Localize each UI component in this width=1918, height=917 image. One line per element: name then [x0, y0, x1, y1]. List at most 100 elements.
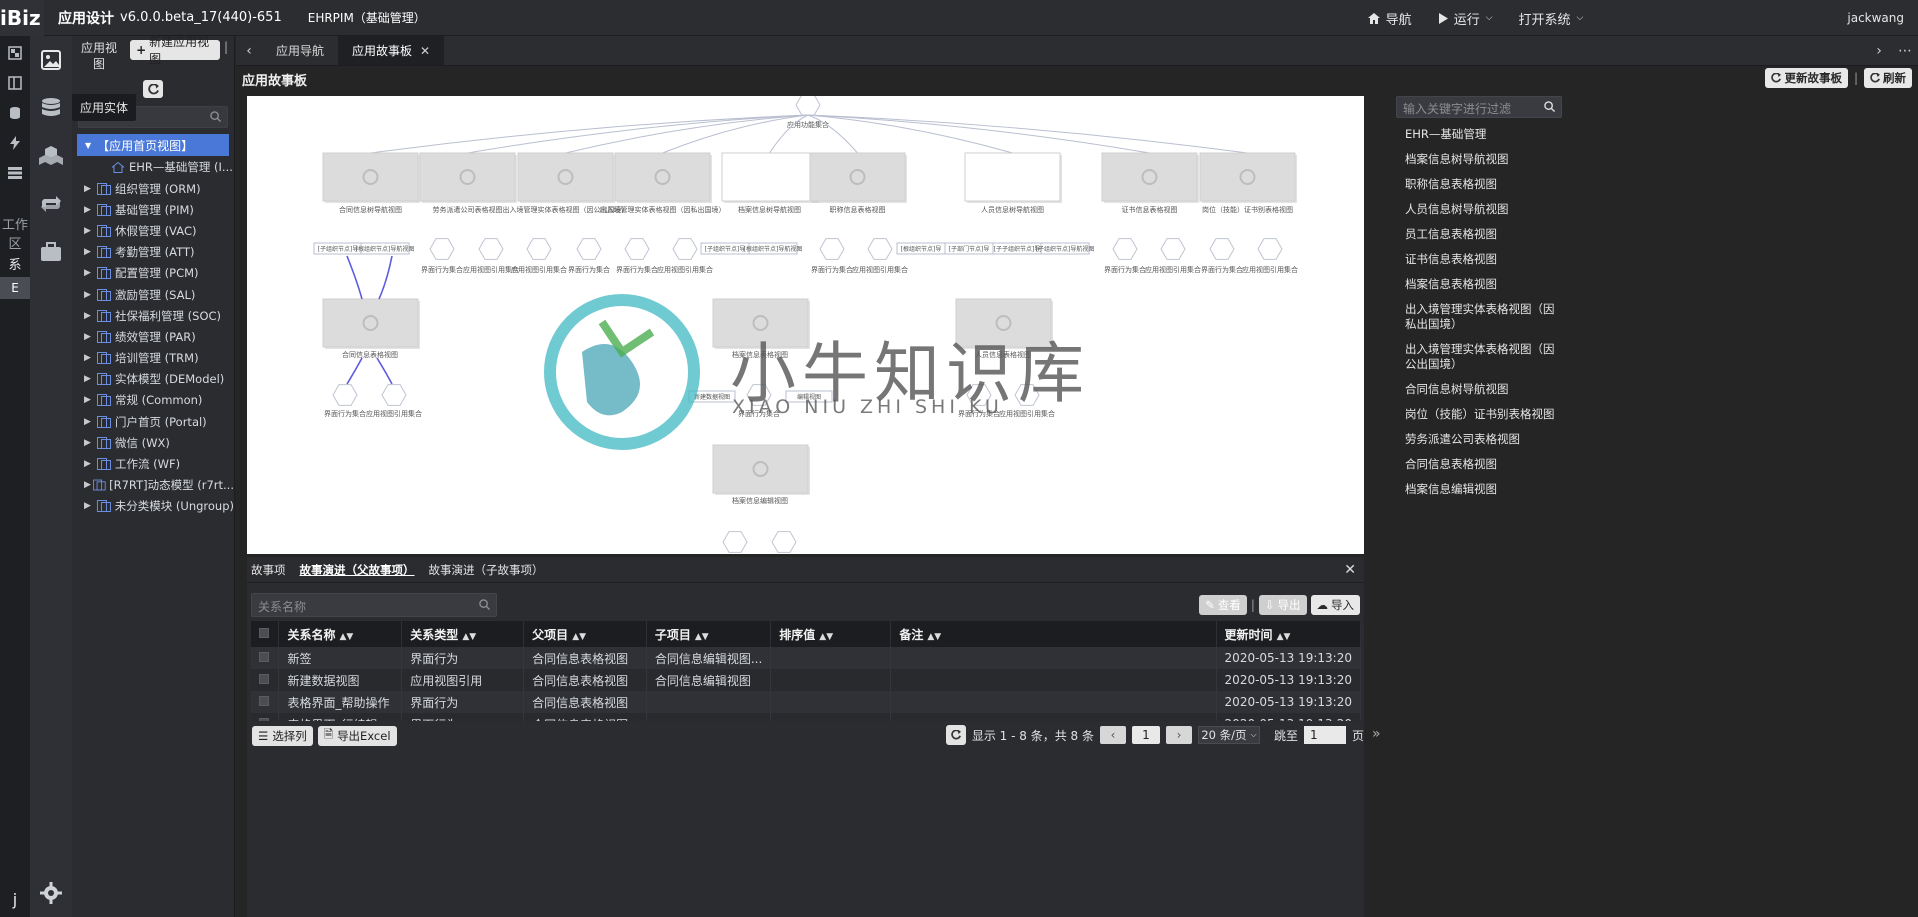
col-child[interactable]: 子项目 ▲▼ — [646, 621, 772, 647]
filter-list-item[interactable]: 出入境管理实体表格视图（因公出国境） — [1396, 337, 1566, 377]
cubes-icon[interactable] — [30, 132, 72, 180]
tab-story-child[interactable]: 故事演进（子故事项） — [429, 562, 544, 578]
tab-storyboard[interactable]: 应用故事板 ✕ — [338, 36, 445, 65]
filter-list-item[interactable]: 出入境管理实体表格视图（因私出国境） — [1396, 297, 1566, 337]
page-size-select[interactable]: 20 条/页 ⌵ — [1197, 726, 1260, 744]
image-view-icon[interactable] — [30, 36, 72, 84]
filter-list-item[interactable]: 员工信息表格视图 — [1396, 222, 1566, 247]
export-button[interactable]: ⇩ 导出 — [1258, 595, 1307, 615]
tree-module-item[interactable]: ▶ 社保福利管理 (SOC) — [72, 305, 234, 326]
col-remark[interactable]: 备注 ▲▼ — [890, 621, 1217, 647]
lower-card-label: 合同信息表格视图 — [342, 350, 398, 359]
tree-module-item[interactable]: ▶ 考勤管理 (ATT) — [72, 242, 234, 263]
filter-list-item[interactable]: 档案信息编辑视图 — [1396, 477, 1566, 502]
filter-list-item[interactable]: 合同信息树导航视图 — [1396, 377, 1566, 402]
filter-list-item[interactable]: 劳务派遣公司表格视图 — [1396, 427, 1566, 452]
caret-right-icon: ▶ — [84, 353, 91, 364]
export-excel-button[interactable]: 🗎 导出Excel — [317, 726, 397, 746]
filter-list-item[interactable]: 岗位（技能）证书别表格视图 — [1396, 402, 1566, 427]
view-button[interactable]: ✎ 查看 — [1199, 595, 1247, 615]
tree-module-item[interactable]: ▶ 激励管理 (SAL) — [72, 284, 234, 305]
filter-list-item[interactable]: 证书信息表格视图 — [1396, 247, 1566, 272]
tree-module-item[interactable]: ▶ 培训管理 (TRM) — [72, 348, 234, 369]
user-name[interactable]: jackwang — [1847, 11, 1904, 25]
open-system-menu[interactable]: 打开系统 ⌵ — [1519, 9, 1584, 28]
database-icon[interactable] — [30, 84, 72, 132]
caret-right-icon: ▶ — [84, 310, 91, 321]
tree-module-item[interactable]: ▶ 微信 (WX) — [72, 432, 234, 453]
import-button[interactable]: ☁ 导入 — [1310, 595, 1360, 615]
tab-story-parent[interactable]: 故事演进（父故事项） — [300, 562, 415, 578]
prev-page-button[interactable]: ‹ — [1099, 726, 1126, 744]
more-icon[interactable]: ⋯ — [1892, 43, 1918, 59]
close-icon[interactable]: ✕ — [1344, 562, 1356, 578]
tab-app-nav[interactable]: 应用导航 — [262, 36, 338, 65]
tree-root-item[interactable]: ▼ 【应用首页视图】 — [77, 134, 229, 156]
filter-list-item[interactable]: 合同信息表格视图 — [1396, 452, 1566, 477]
tab-scroll-right-icon[interactable]: › — [1866, 43, 1892, 59]
tree-module-item[interactable]: ▶ 工作流 (WF) — [72, 453, 234, 474]
retweet-icon[interactable] — [30, 180, 72, 228]
storyboard-diagram[interactable]: 应用功能集合合同信息树导航视图 劳务派遣公司表格视图 出入境管理实体表格视图（因公出… — [247, 96, 1364, 554]
filter-list-item[interactable]: 档案信息表格视图 — [1396, 272, 1566, 297]
row-checkbox[interactable] — [251, 647, 280, 669]
row-checkbox[interactable] — [251, 669, 280, 691]
dashboard-icon[interactable] — [0, 38, 30, 68]
list-icon[interactable] — [0, 158, 30, 188]
tree-module-item[interactable]: ▶ 门户首页 (Portal) — [72, 411, 234, 432]
gear-icon[interactable] — [30, 869, 72, 917]
col-type[interactable]: 关系类型 ▲▼ — [401, 621, 525, 647]
expand-right-icon[interactable]: » — [1372, 726, 1381, 742]
tree-module-item[interactable]: ▶ 绩效管理 (PAR) — [72, 326, 234, 347]
storyboard-canvas[interactable]: 应用功能集合 合同信息树导航视图 劳务派遣公司表格视图 出入境管理实体表格视图（因公出… — [247, 96, 1364, 554]
update-storyboard-button[interactable]: 更新故事板 — [1765, 68, 1848, 88]
tree-module-item[interactable]: ▶ 休假管理 (VAC) — [72, 220, 234, 241]
briefcase-icon[interactable] — [30, 228, 72, 276]
database-icon[interactable] — [0, 98, 30, 128]
table-row[interactable]: 表格界面_帮助操作 界面行为 合同信息表格视图 2020-05-13 19:13:20 — [251, 691, 1362, 713]
col-parent[interactable]: 父项目 ▲▼ — [523, 621, 647, 647]
tab-scroll-left-icon[interactable]: ‹ — [236, 36, 262, 65]
close-icon[interactable]: ✕ — [420, 44, 430, 58]
col-updated[interactable]: 更新时间 ▲▼ — [1216, 621, 1362, 647]
tree-module-item[interactable]: ▶ 实体模型 (DEModel) — [72, 369, 234, 390]
col-order[interactable]: 排序值 ▲▼ — [770, 621, 892, 647]
hex-node — [429, 238, 455, 260]
filter-list-item[interactable]: 档案信息树导航视图 — [1396, 147, 1566, 172]
tree-sub-item[interactable]: EHR—基础管理 (I... — [72, 156, 234, 178]
tree-module-item[interactable]: ▶ 未分类模块 (Ungroup) — [72, 496, 234, 517]
next-page-button[interactable]: › — [1165, 726, 1192, 744]
relation-search-input[interactable]: 关系名称 — [251, 593, 497, 617]
new-view-button[interactable]: + 新建应用视图 — [130, 35, 220, 66]
hex-label: 界面行为集合 — [568, 265, 610, 274]
filter-input[interactable]: 输入关键字进行过滤 — [1396, 96, 1562, 118]
col-name[interactable]: 关系名称 ▲▼ — [278, 621, 403, 647]
filter-list-item[interactable]: 职称信息表格视图 — [1396, 172, 1566, 197]
tab-story-items[interactable]: 故事项 — [251, 562, 286, 578]
refresh-button[interactable]: 刷新 — [1864, 68, 1912, 88]
mid-tag-label: [根组织节点]导 — [901, 245, 942, 253]
table-row[interactable]: 新建数据视图 应用视图引用 合同信息表格视图 合同信息编辑视图 2020-05-13 1… — [251, 669, 1362, 691]
current-page[interactable]: 1 — [1131, 726, 1160, 744]
table-row[interactable]: 新签 界面行为 合同信息表格视图 合同信息编辑视图... 2020-05-13 19:1… — [251, 647, 1362, 669]
filter-list-item[interactable]: EHR—基础管理 — [1396, 122, 1566, 147]
view-card — [517, 152, 614, 202]
tree-module-item[interactable]: ▶ 配置管理 (PCM) — [72, 263, 234, 284]
layout-icon[interactable] — [0, 68, 30, 98]
tree-module-label: 工作流 (WF) — [115, 457, 181, 472]
tree-module-item[interactable]: ▶ 基础管理 (PIM) — [72, 199, 234, 220]
run-menu[interactable]: 运行 ⌵ — [1438, 9, 1493, 28]
nav-menu[interactable]: 导航 — [1367, 9, 1412, 28]
jump-page-input[interactable]: 1 — [1303, 726, 1346, 744]
filter-list-item[interactable]: 人员信息树导航视图 — [1396, 197, 1566, 222]
tree-module-item[interactable]: ▶ 组织管理 (ORM) — [72, 178, 234, 199]
tree-module-item[interactable]: ▶ 常规 (Common) — [72, 390, 234, 411]
tree-module-item[interactable]: ▶ [R7RT]动态模型 (r7rt... — [72, 475, 234, 496]
select-all-checkbox[interactable] — [251, 621, 280, 647]
row-checkbox[interactable] — [251, 691, 280, 713]
pager-refresh-button[interactable] — [945, 725, 966, 745]
tree-refresh-button[interactable] — [143, 80, 163, 98]
rail-selected-item[interactable]: E — [0, 277, 30, 299]
select-columns-button[interactable]: ☰ 选择列 — [252, 726, 313, 746]
lightning-icon[interactable] — [0, 128, 30, 158]
